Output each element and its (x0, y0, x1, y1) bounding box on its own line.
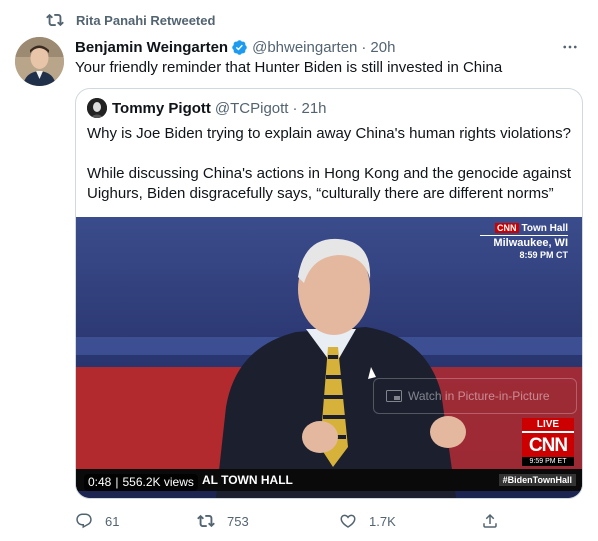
tweet-header: Benjamin Weingarten @bhweingarten · 20h (75, 36, 583, 58)
pip-label: Watch in Picture-in-Picture (408, 389, 550, 403)
verified-icon (232, 39, 247, 55)
reply-count: 61 (105, 513, 120, 529)
video-stats-badge: 0:48 | 556.2K views (84, 474, 198, 491)
retweet-label: Rita Panahi Retweeted (76, 12, 216, 28)
lower-third-title: AL TOWN HALL (202, 473, 293, 487)
quote-header: Tommy Pigott @TCPigott · 21h (87, 98, 327, 118)
video-player[interactable]: CNN Town Hall Milwaukee, WI 8:59 PM CT Wa… (76, 217, 582, 498)
reply-button[interactable]: 61 (75, 510, 119, 532)
video-duration: 0:48 (88, 475, 112, 489)
pip-button[interactable]: Watch in Picture-in-Picture (373, 378, 577, 414)
cnn-logo: CNN (522, 431, 574, 457)
retweet-context[interactable]: Rita Panahi Retweeted (46, 10, 215, 30)
like-count: 1.7K (369, 513, 396, 529)
live-label: LIVE (522, 418, 574, 431)
quote-paragraph-1: Why is Joe Biden trying to explain away … (87, 125, 571, 142)
retweet-button[interactable]: 753 (197, 510, 249, 532)
quote-avatar (87, 98, 107, 118)
avatar[interactable] (15, 37, 64, 86)
live-time: 9:59 PM ET (522, 457, 574, 466)
retweet-count: 753 (227, 513, 249, 529)
retweet-icon (46, 13, 64, 27)
like-icon (340, 514, 356, 528)
quote-paragraph-2: While discussing China's actions in Hong… (87, 165, 571, 202)
quote-author-name: Tommy Pigott (112, 99, 211, 117)
location-overlay: CNN Town Hall Milwaukee, WI 8:59 PM CT (480, 223, 568, 260)
location-line-1: Town Hall (521, 223, 568, 234)
location-time: 8:59 PM CT (519, 250, 568, 260)
cnn-mini-logo: CNN (495, 223, 519, 233)
quote-text: Why is Joe Biden trying to explain away … (87, 124, 571, 224)
more-icon[interactable] (561, 38, 579, 56)
pip-icon (386, 390, 402, 402)
quote-author-handle: @TCPigott (214, 99, 289, 117)
tweet-text: Your friendly reminder that Hunter Biden… (75, 59, 503, 76)
video-views: 556.2K views (122, 475, 194, 489)
tweet-time[interactable]: 20h (370, 39, 395, 56)
quote-time: 21h (301, 99, 327, 117)
tweet-actions: 61 753 1.7K (75, 510, 515, 532)
hashtag-label: #BidenTownHall (498, 474, 576, 486)
share-icon (483, 513, 497, 528)
quote-tweet-card[interactable]: Tommy Pigott @TCPigott · 21h Why is Joe … (75, 88, 583, 499)
like-button[interactable]: 1.7K (339, 510, 396, 532)
separator-dot: · (292, 99, 298, 117)
separator-bar: | (115, 475, 119, 489)
author-handle[interactable]: @bhweingarten (252, 39, 357, 56)
avatar-image (15, 37, 64, 86)
separator-dot: · (361, 38, 367, 56)
reply-icon (76, 513, 92, 529)
retweet-icon (197, 514, 215, 528)
location-line-2: Milwaukee, WI (480, 235, 568, 249)
share-button[interactable] (481, 510, 511, 532)
live-badge: LIVE CNN 9:59 PM ET (522, 418, 574, 466)
author-name[interactable]: Benjamin Weingarten (75, 39, 228, 56)
